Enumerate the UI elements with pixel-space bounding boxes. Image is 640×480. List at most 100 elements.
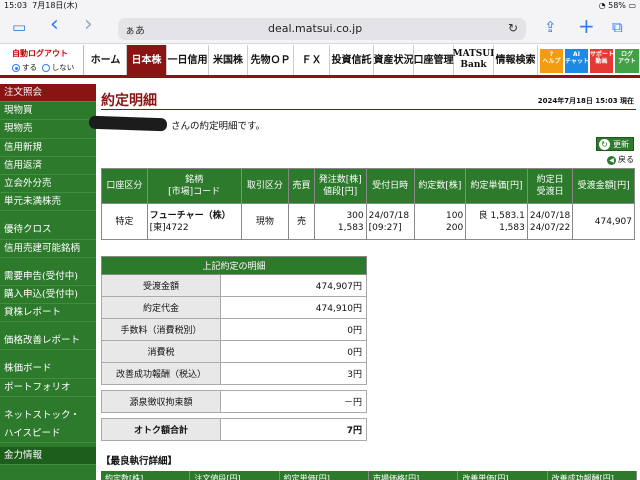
refresh-button[interactable]: ↻ 更新 (596, 137, 634, 151)
settle-date: 24/07/22 (529, 222, 571, 233)
reload-icon[interactable]: ↻ (508, 21, 518, 35)
help-icon[interactable]: ? ヘルプ (540, 49, 563, 73)
detail-label: 改善成功報酬（税込） (101, 362, 221, 385)
detail-row-settle: 受渡金額 474,907円 (101, 274, 367, 297)
forward-icon[interactable]: › (84, 14, 93, 36)
support-video-icon[interactable]: サポート 動画 (590, 49, 614, 73)
best-col-exec-qty: 約定数[株] (101, 471, 191, 480)
new-tab-icon[interactable]: + (578, 16, 595, 36)
exec-qty-2: 200 (446, 222, 464, 233)
sidebar-item-highspeed[interactable]: ハイスピード (0, 425, 96, 444)
received-time: [09:27] (368, 222, 402, 233)
back-arrow-icon: ◀ (607, 156, 616, 165)
col-order-qty-price: 発注数[株] 値段[円] (313, 168, 367, 204)
detail-row-fee: 手数料（消費税別） 0円 (101, 318, 367, 341)
cell-account: 特定 (101, 203, 148, 240)
browser-toolbar: ▭ ‹ › ぁあ deal.matsui.co.jp ↻ ⇪ + ⧉ (0, 12, 640, 44)
exec-qty-1: 100 (446, 210, 464, 221)
sidebar-toggle-icon[interactable]: ▭ (12, 18, 26, 36)
cell-exec-qty: 100 200 (413, 203, 467, 240)
sidebar-item-price-improvement[interactable]: 価格改善レポート (0, 332, 96, 351)
back-link[interactable]: ◀ 戻る (607, 154, 634, 165)
sidebar-item-benefit-cross[interactable]: 優待クロス (0, 221, 96, 240)
col-settle-amount: 受渡金額[円] (572, 168, 635, 204)
sidebar-item-purchase-application[interactable]: 購入申込(受付中) (0, 286, 96, 305)
status-time: 15:03 (4, 1, 28, 10)
sidebar-item-netstock[interactable]: ネットストック・ (0, 407, 96, 425)
cell-order-qty-price: 300 1,583 (313, 203, 367, 240)
tab-fx[interactable]: ＦＸ (294, 45, 330, 75)
total-label: オトク額合計 (101, 418, 221, 441)
order-qty: 300 (346, 210, 364, 221)
text-size-button[interactable]: ぁあ (125, 22, 145, 37)
detail-value: 0円 (220, 340, 367, 363)
best-col-improvement: 改善単価[円] (458, 471, 548, 480)
auto-logout-panel: 自動ログアウト する しない (0, 45, 84, 75)
sidebar-item-cash-buy[interactable]: 現物買 (0, 102, 96, 121)
execution-table-header: 口座区分 銘柄 [市場]コード 取引区分 売買 発注数[株] 値段[円] 受付日… (101, 168, 635, 204)
logout-icon[interactable]: ログ アウト (615, 49, 639, 73)
ai-chat-icon[interactable]: AI チャット (565, 49, 589, 73)
sidebar-item-demand-declaration[interactable]: 需要申告(受付中) (0, 268, 96, 286)
tab-japan-stocks[interactable]: 日本株 (127, 45, 167, 75)
sidebar-item-portfolio[interactable]: ポートフォリオ (0, 379, 96, 397)
sidebar-item-cash-sell[interactable]: 現物売 (0, 120, 96, 139)
address-bar[interactable]: ぁあ deal.matsui.co.jp ↻ (118, 18, 526, 40)
execution-message: さんの約定明細です。 (171, 121, 266, 132)
battery-percent: 58% (608, 1, 626, 10)
url-text[interactable]: deal.matsui.co.jp (268, 22, 362, 35)
tab-info-search[interactable]: 情報検索 (494, 45, 538, 75)
stock-name: フューチャー（株） (149, 210, 231, 221)
tab-matsui-bank[interactable]: MATSUI Bank (453, 45, 494, 75)
col-trade-type: 取引区分 (240, 168, 290, 204)
tab-assets[interactable]: 資産状況 (374, 45, 414, 75)
sidebar-item-order-inquiry[interactable]: 注文照会 (0, 84, 96, 103)
best-col-fee: 改善成功報酬[円] (548, 471, 637, 480)
tabs-overview-icon[interactable]: ⧉ (612, 18, 623, 36)
share-icon[interactable]: ⇪ (544, 18, 557, 36)
refresh-icon: ↻ (599, 139, 610, 150)
auto-logout-off-radio[interactable] (41, 64, 50, 72)
back-label: 戻る (618, 155, 634, 164)
sidebar-item-lending-report[interactable]: 貸株レポート (0, 304, 96, 323)
sidebar-item-margin-repay[interactable]: 信用返済 (0, 157, 96, 175)
col-exec-price: 約定単価[円] (465, 168, 528, 204)
tab-futures-options[interactable]: 先物ＯＰ (248, 45, 294, 75)
detail-value: 474,907円 (220, 274, 367, 297)
detail-value: 3円 (220, 362, 367, 385)
cell-trade-type: 現物 (240, 203, 290, 240)
received-date: 24/07/18 (368, 210, 410, 221)
tab-us-stocks[interactable]: 米国株 (209, 45, 248, 75)
sidebar-item-off-floor[interactable]: 立会外分売 (0, 175, 96, 194)
auto-logout-on-label: する (22, 63, 37, 72)
col-stock: 銘柄 [市場]コード (146, 168, 242, 204)
status-date: 7月18日(木) (32, 1, 78, 10)
col-exec-settle-date: 約定日 受渡日 (526, 168, 574, 204)
detail-value: 474,910円 (220, 296, 367, 319)
col-exec-qty: 約定数[株] (413, 168, 467, 204)
detail-row-total: オトク額合計 7円 (101, 418, 367, 441)
detail-row-withholding: 源泉徴収拘束額 －円 (101, 390, 367, 413)
detail-label: 手数料（消費税別） (101, 318, 221, 341)
sidebar-item-odd-lot-sell[interactable]: 単元未満株売 (0, 193, 96, 212)
auto-logout-off-label: しない (51, 63, 75, 72)
as-of-datetime: 2024年7月18日 15:03 現在 (537, 97, 634, 105)
cell-side: 売 (288, 203, 315, 240)
exec-price-1: 良 1,583.1 (478, 210, 525, 221)
stock-code: [東]4722 (149, 222, 189, 233)
page-title: 約定明細 (101, 93, 157, 109)
sidebar-item-stock-board[interactable]: 株価ボード (0, 360, 96, 379)
sidebar-item-info[interactable]: 金力情報 (0, 447, 96, 466)
tab-home[interactable]: ホーム (85, 45, 127, 75)
detail-row-tax: 消費税 0円 (101, 340, 367, 363)
auto-logout-on-radio[interactable] (12, 64, 20, 72)
back-icon[interactable]: ‹ (50, 14, 59, 36)
tab-day-margin[interactable]: 一日信用 (167, 45, 209, 75)
tab-investment-trust[interactable]: 投資信託 (330, 45, 374, 75)
total-value: 7円 (220, 418, 367, 441)
cell-received: 24/07/18 [09:27] (365, 203, 415, 240)
tab-account[interactable]: 口座管理 (414, 45, 454, 75)
sidebar-item-short-available[interactable]: 信用売建可能銘柄 (0, 240, 96, 258)
exec-date: 24/07/18 (529, 210, 571, 221)
sidebar-item-margin-new[interactable]: 信用新規 (0, 139, 96, 157)
